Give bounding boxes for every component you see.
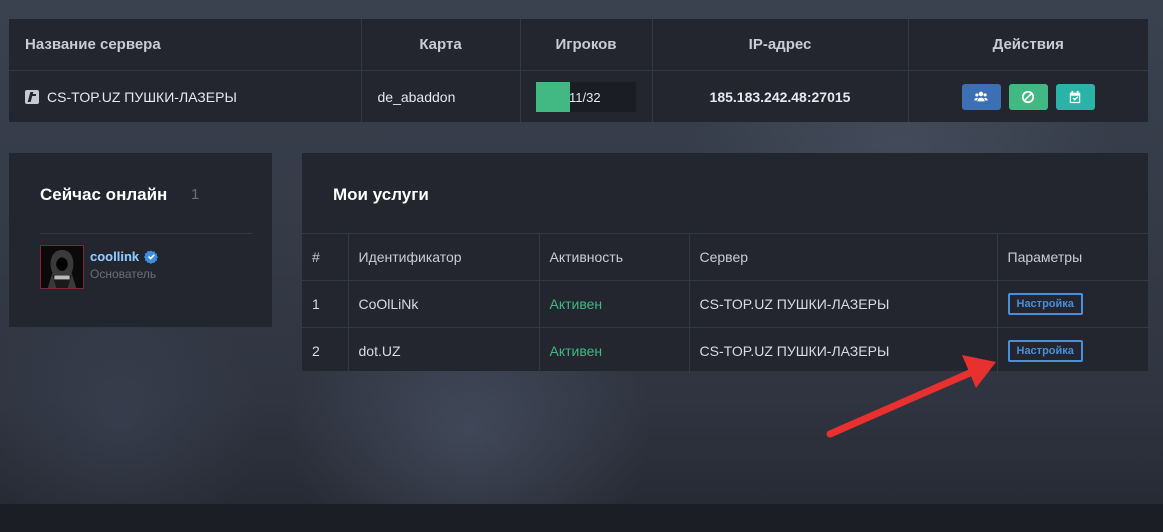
server-name-cell[interactable]: CS-TOP.UZ ПУШКИ-ЛАЗЕРЫ — [9, 70, 362, 122]
column-header-actions: Действия — [908, 19, 1148, 71]
parameters-cell: Настройка — [997, 280, 1148, 328]
status-badge: Активен — [539, 327, 690, 374]
users-icon — [974, 91, 988, 101]
calendar-check-icon — [1070, 90, 1081, 103]
online-now-panel: Сейчас онлайн 1 coollink Основатель — [9, 153, 272, 327]
server-list-panel: Название сервера Карта Игроков IP-адрес … — [9, 19, 1148, 122]
bans-button[interactable] — [1008, 83, 1048, 110]
service-server: CS-TOP.UZ ПУШКИ-ЛАЗЕРЫ — [689, 280, 998, 328]
players-count: 11/32 — [569, 89, 601, 105]
avatar[interactable] — [40, 245, 84, 289]
column-header-ip: IP-адрес — [652, 19, 909, 71]
service-identifier: dot.UZ — [348, 327, 540, 374]
table-row: 1 CoOlLiNk Активен CS-TOP.UZ ПУШКИ-ЛАЗЕР… — [302, 280, 1148, 328]
service-identifier: CoOlLiNk — [348, 280, 540, 328]
server-ip[interactable]: 185.183.242.48:27015 — [652, 70, 909, 122]
my-services-panel: Мои услуги # Идентификатор Активность Се… — [302, 153, 1148, 374]
status-badge: Активен — [539, 280, 690, 328]
parameters-cell: Настройка — [997, 327, 1148, 374]
column-header-parameters: Параметры — [997, 233, 1148, 281]
online-count: 1 — [191, 186, 200, 203]
online-user[interactable]: coollink Основатель — [40, 245, 159, 289]
settings-button[interactable]: Настройка — [1007, 340, 1083, 362]
row-number: 2 — [302, 327, 349, 374]
ban-icon — [1022, 90, 1035, 103]
column-header-server-name: Название сервера — [9, 19, 362, 71]
services-table: # Идентификатор Активность Сервер Параме… — [302, 233, 1148, 374]
server-map: de_abaddon — [361, 70, 521, 122]
user-role: Основатель — [90, 267, 157, 281]
column-header-map: Карта — [361, 19, 521, 71]
column-header-identifier: Идентификатор — [348, 233, 540, 281]
schedule-button[interactable] — [1055, 83, 1095, 110]
settings-button[interactable]: Настройка — [1007, 293, 1083, 315]
server-table-header: Название сервера Карта Игроков IP-адрес … — [9, 19, 1148, 71]
hooded-figure-avatar-image — [41, 246, 83, 288]
online-players-button[interactable] — [961, 83, 1001, 110]
column-header-server: Сервер — [689, 233, 998, 281]
services-title: Мои услуги — [333, 185, 429, 204]
row-number: 1 — [302, 280, 349, 328]
verified-badge-icon — [144, 249, 159, 264]
divider — [40, 233, 252, 234]
user-name[interactable]: coollink — [90, 249, 139, 264]
players-progress-fill — [536, 81, 571, 112]
online-title: Сейчас онлайн — [40, 185, 168, 204]
table-row: 2 dot.UZ Активен CS-TOP.UZ ПУШКИ-ЛАЗЕРЫ … — [302, 327, 1148, 374]
column-header-number: # — [302, 233, 349, 281]
server-name[interactable]: CS-TOP.UZ ПУШКИ-ЛАЗЕРЫ — [47, 89, 237, 105]
actions-cell — [908, 71, 1148, 123]
players-progress-bar: 11/32 — [536, 81, 636, 112]
players-cell: 11/32 — [520, 70, 653, 122]
column-header-activity: Активность — [539, 233, 690, 281]
column-header-players: Игроков — [520, 19, 653, 71]
counter-strike-game-icon — [25, 89, 39, 104]
services-table-header: # Идентификатор Активность Сервер Параме… — [302, 233, 1148, 281]
server-table: Название сервера Карта Игроков IP-адрес … — [9, 19, 1148, 122]
service-server: CS-TOP.UZ ПУШКИ-ЛАЗЕРЫ — [689, 327, 998, 374]
server-row[interactable]: CS-TOP.UZ ПУШКИ-ЛАЗЕРЫ de_abaddon 11/32 … — [9, 70, 1148, 123]
